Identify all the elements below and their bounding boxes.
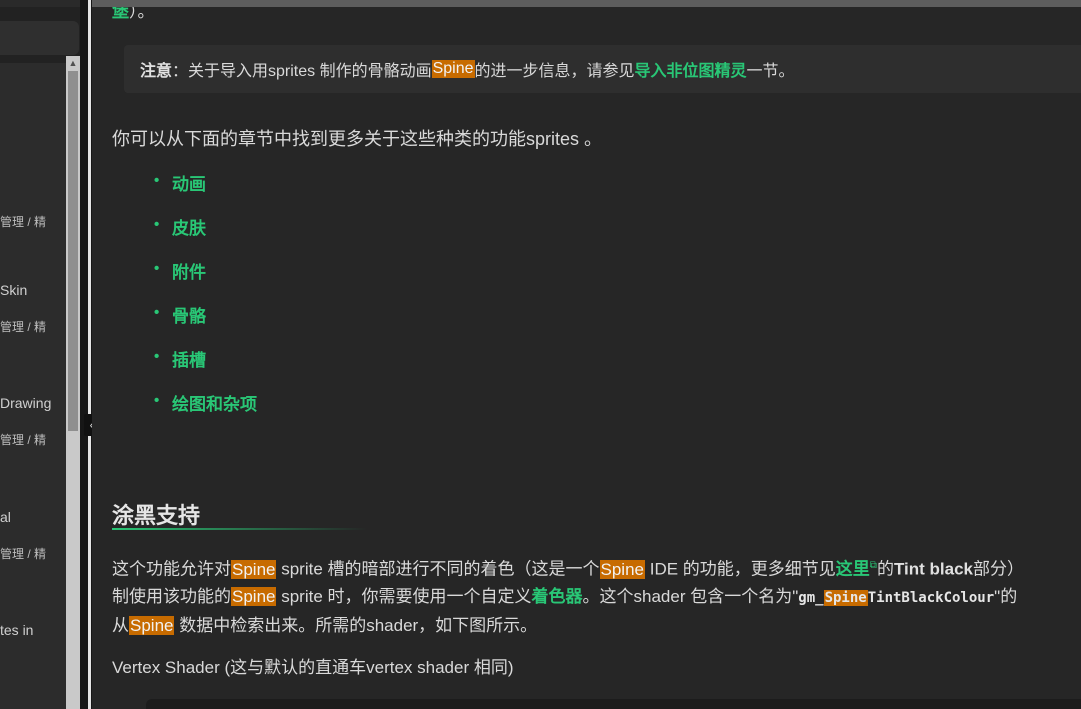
- paragraph-line-1: 这个功能允许对Spine sprite 槽的暗部进行不同的着色（这是一个Spin…: [112, 552, 1081, 583]
- note-label: 注意: [140, 63, 173, 80]
- text: ）。: [129, 7, 155, 21]
- list-link[interactable]: 皮肤: [172, 214, 206, 239]
- list-link[interactable]: 附件: [172, 258, 206, 283]
- pane-divider-line: [88, 0, 91, 709]
- sidebar-item-breadcrumb: 管理 / 精: [0, 433, 47, 447]
- search-highlight: Spine: [599, 559, 645, 579]
- sidebar-item-1[interactable]: 管理 / 精: [0, 213, 66, 230]
- text: 数据中检索出来。所需的shader，如下图所示。: [174, 615, 538, 635]
- inline-code: TintBlackColour: [867, 589, 995, 606]
- code-block: [146, 699, 1081, 709]
- sidebar-nav-list: 管理 / 精 Skin 管理 / 精 Drawing 管理 / 精 al 管理 …: [0, 63, 66, 709]
- bullet-icon: •: [154, 216, 160, 233]
- top-bar: [0, 0, 1081, 7]
- sidebar-item-label: Drawing: [0, 395, 52, 411]
- sidebar-item-label: Skin: [0, 282, 28, 298]
- text: 这个功能允许对: [112, 559, 231, 579]
- note-text: 一节。: [746, 63, 795, 80]
- text: 部分）: [972, 559, 1024, 579]
- list-item: • 附件: [154, 258, 257, 302]
- paragraph-line-2: 制使用该功能的Spine sprite 时，你需要使用一个自定义着色器。这个sh…: [112, 583, 1081, 612]
- bullet-icon: •: [154, 348, 160, 365]
- sidebar: 管理 / 精 Skin 管理 / 精 Drawing 管理 / 精 al 管理 …: [0, 7, 80, 709]
- text: 的: [876, 559, 894, 579]
- top-bar-left: [0, 0, 92, 7]
- text: "的: [994, 586, 1018, 606]
- list-item: • 骨骼: [154, 302, 257, 346]
- external-link[interactable]: 这里: [836, 560, 870, 579]
- scrollbar-thumb[interactable]: [68, 71, 78, 431]
- search-highlight: Spine: [129, 615, 175, 635]
- sidebar-item-breadcrumb: 管理 / 精: [0, 320, 47, 334]
- feature-link-list: • 动画 • 皮肤 • 附件 • 骨骼 • 插槽 • 绘图和杂项: [154, 170, 257, 434]
- bold-text: Tint black: [893, 559, 973, 579]
- heading-underline: [112, 528, 367, 530]
- search-highlight: Spine: [431, 60, 475, 78]
- text: sprite 时，你需要使用一个自定义: [276, 586, 532, 606]
- external-link-icon: ⧉: [869, 560, 877, 571]
- shader-link[interactable]: 着色器: [532, 587, 583, 606]
- link[interactable]: 堡: [112, 7, 129, 21]
- paragraph-line-3: 从Spine 数据中检索出来。所需的shader，如下图所示。: [112, 612, 1081, 639]
- bullet-icon: •: [154, 172, 160, 189]
- search-highlight: Spine: [823, 589, 868, 606]
- sidebar-item-skin[interactable]: Skin 管理 / 精: [0, 282, 66, 335]
- sidebar-item-breadcrumb: 管理 / 精: [0, 215, 47, 229]
- sidebar-scrollbar[interactable]: ▲: [66, 56, 80, 709]
- sidebar-item-label: tes in: [0, 622, 34, 638]
- note-box: 注意 ：关于导入用sprites 制作的骨骼动画 Spine 的进一步信息，请参见导…: [124, 45, 1081, 93]
- sidebar-item-5[interactable]: tes in: [0, 622, 66, 638]
- section-heading: 涂黑支持: [112, 503, 201, 528]
- list-link[interactable]: 绘图和杂项: [172, 390, 257, 415]
- text: 从: [112, 615, 129, 635]
- bullet-icon: •: [154, 304, 160, 321]
- text: 制使用该功能的: [112, 586, 231, 606]
- text: IDE 的功能，更多细节见: [645, 559, 836, 579]
- list-item: • 插槽: [154, 346, 257, 390]
- inline-code: gm_: [798, 589, 824, 606]
- sidebar-item-label: al: [0, 509, 11, 525]
- main-content: 堡）。 注意 ：关于导入用sprites 制作的骨骼动画 Spine 的进一步信息，…: [92, 7, 1081, 709]
- sidebar-search-box[interactable]: [0, 21, 79, 55]
- bullet-icon: •: [154, 392, 160, 409]
- vertex-shader-caption: Vertex Shader (这与默认的直通车vertex shader 相同): [112, 658, 514, 677]
- sidebar-item-4[interactable]: al 管理 / 精: [0, 509, 66, 562]
- intro-paragraph: 你可以从下面的章节中找到更多关于这些种类的功能sprites 。: [112, 129, 603, 149]
- text-fragment: 堡）。: [112, 7, 155, 22]
- list-link[interactable]: 插槽: [172, 346, 206, 371]
- bullet-icon: •: [154, 260, 160, 277]
- search-highlight: Spine: [231, 559, 277, 579]
- text: 。这个shader 包含一个名为": [582, 586, 799, 606]
- sidebar-item-breadcrumb: 管理 / 精: [0, 547, 47, 561]
- search-highlight: Spine: [231, 586, 277, 606]
- note-link[interactable]: 导入非位图精灵: [635, 57, 747, 81]
- list-item: • 绘图和杂项: [154, 390, 257, 434]
- list-item: • 动画: [154, 170, 257, 214]
- list-item: • 皮肤: [154, 214, 257, 258]
- scroll-up-arrow-icon[interactable]: ▲: [66, 56, 80, 70]
- body-paragraph: 这个功能允许对Spine sprite 槽的暗部进行不同的着色（这是一个Spin…: [112, 552, 1081, 639]
- list-link[interactable]: 动画: [172, 170, 206, 195]
- note-text: 的进一步信息，请参见: [474, 63, 635, 80]
- list-link[interactable]: 骨骼: [172, 302, 206, 327]
- text: sprite 槽的暗部进行不同的着色（这是一个: [276, 559, 600, 579]
- sidebar-item-drawing[interactable]: Drawing 管理 / 精: [0, 395, 66, 448]
- note-text: ：关于导入用sprites 制作的骨骼动画: [172, 63, 432, 80]
